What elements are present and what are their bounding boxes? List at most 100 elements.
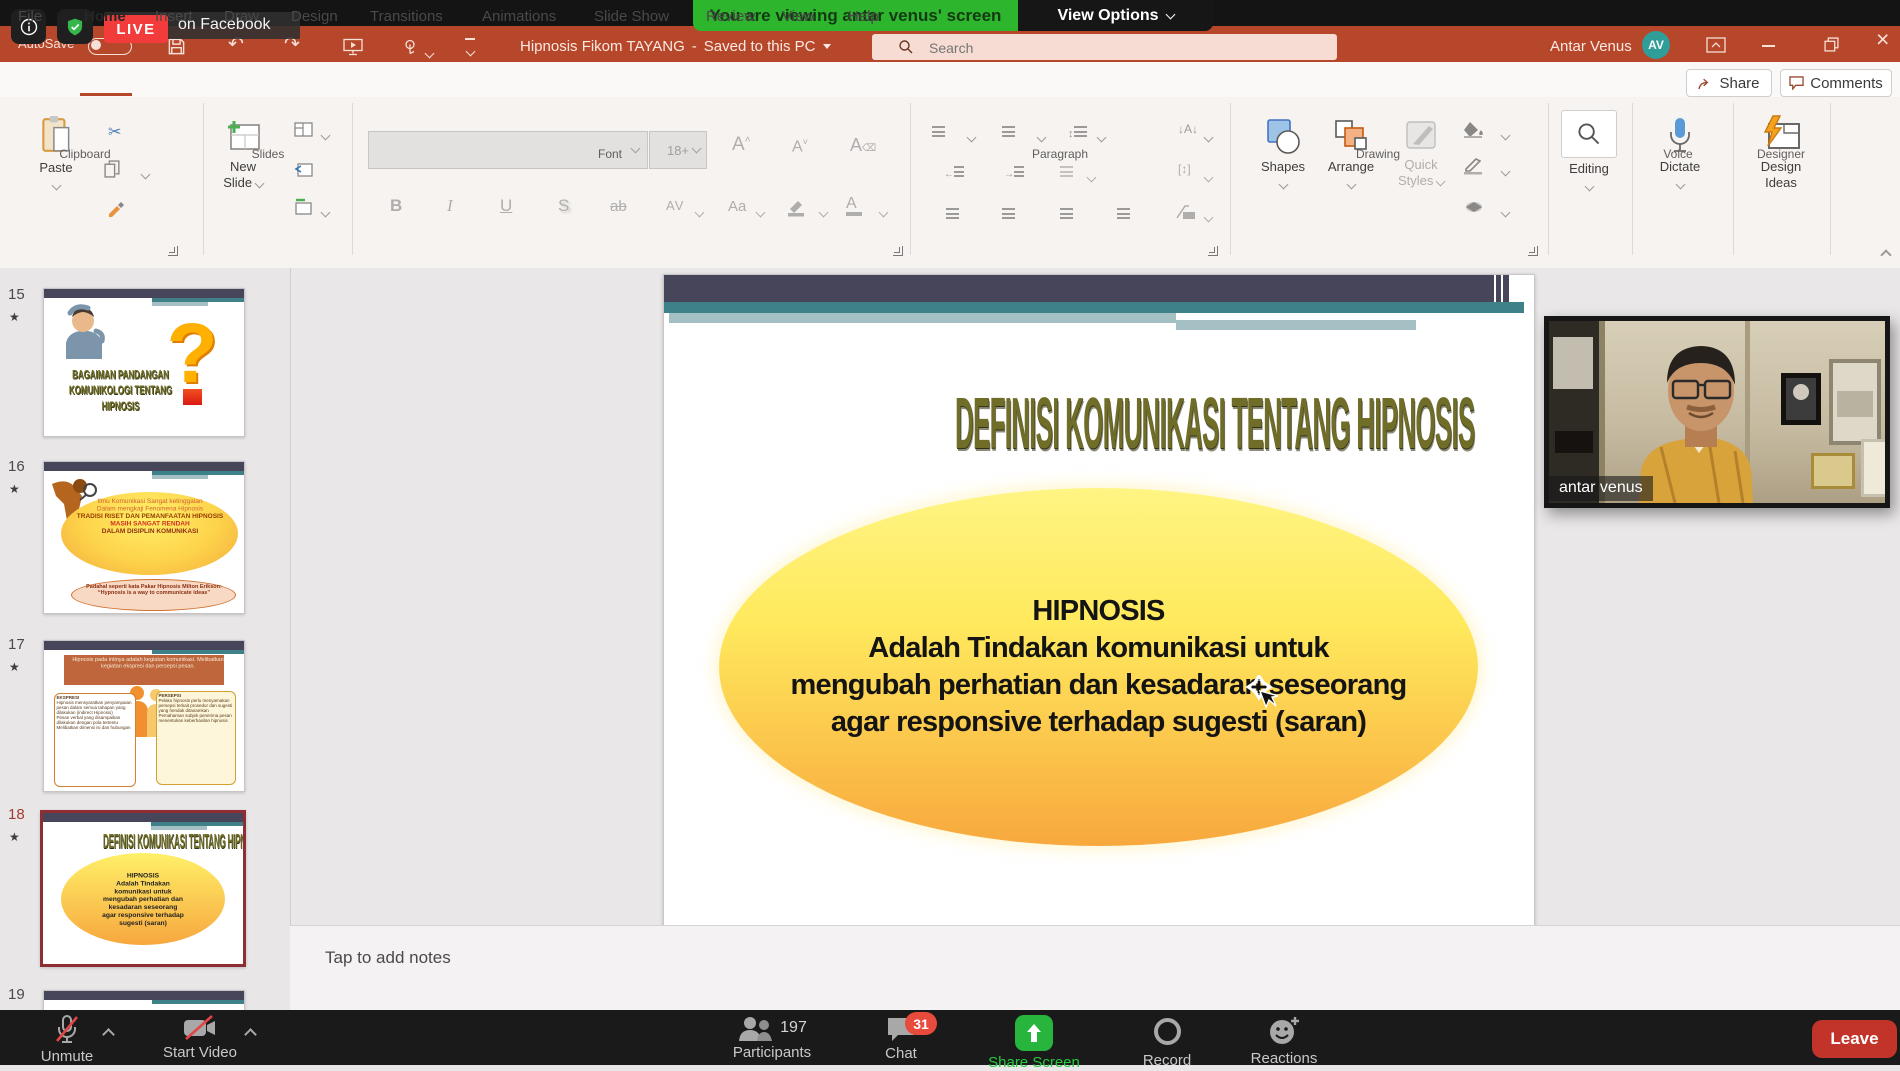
smartart-dropdown-icon[interactable] [1205,208,1212,226]
highlight-dropdown-icon[interactable] [820,203,827,221]
search-box[interactable] [872,34,1337,60]
search-input[interactable] [927,37,1311,59]
line-spacing-button[interactable]: ↕ [1068,124,1087,142]
change-case-button[interactable]: Aa [728,198,746,215]
audio-options-chevron[interactable] [104,1026,113,1044]
text-shadow-button[interactable]: S [558,196,569,216]
bold-button[interactable]: B [390,196,402,216]
editing-button[interactable]: Editing [1560,110,1618,195]
touch-mode-button[interactable] [402,37,420,61]
italic-button[interactable]: I [447,196,453,216]
shapes-button[interactable]: Shapes [1256,118,1310,193]
unmute-button[interactable]: Unmute [22,1015,112,1065]
paragraph-dialog-launcher[interactable] [1208,246,1218,256]
slide-thumbnail-15[interactable]: ? BAGAIMAN PANDANGAN KOMUNIKOLOGI TENTAN… [43,288,245,437]
clear-formatting-button[interactable]: A⌫ [850,135,876,156]
numbering-dropdown-icon[interactable] [1038,128,1045,146]
increase-indent-button[interactable]: → [1004,164,1024,182]
clipboard-dialog-launcher[interactable] [168,246,178,256]
reset-slide-button[interactable] [294,160,313,182]
comments-button[interactable]: Comments [1780,69,1892,97]
format-painter-button[interactable] [106,200,126,225]
slide-body-ellipse[interactable]: HIPNOSIS Adalah Tindakan komunikasi untu… [719,488,1478,846]
justify-button[interactable] [1117,206,1130,224]
copy-button[interactable] [104,160,121,183]
slide-thumbnail-19[interactable] [43,990,245,1012]
copy-dropdown-icon[interactable] [142,165,149,183]
close-button[interactable]: × [1876,28,1889,51]
tab-transitions[interactable]: Transitions [370,8,443,25]
minimize-button[interactable] [1762,45,1775,47]
shape-fill-button[interactable] [1462,120,1486,143]
section-button[interactable] [294,198,313,220]
slide-title-text[interactable]: DEFINISI KOMUNIKASI TENTANG HIPNOSIS [955,383,1243,465]
align-right-button[interactable] [1060,206,1073,224]
tab-animations[interactable]: Animations [482,8,556,25]
quick-styles-button[interactable]: Quick Styles [1392,118,1450,189]
font-color-button[interactable]: A [846,195,862,216]
share-button[interactable]: Share [1686,69,1772,97]
view-options-button[interactable]: View Options [1018,0,1213,31]
sort-dropdown-icon[interactable] [1205,128,1212,146]
cut-button[interactable]: ✂ [108,122,121,142]
tab-slide-show[interactable]: Slide Show [594,8,669,25]
layout-dropdown-icon[interactable] [322,126,329,144]
tab-review[interactable]: Review [706,8,755,25]
webcam-video-tile[interactable]: antar venus [1544,316,1890,508]
reactions-button[interactable]: Reactions [1232,1015,1336,1067]
underline-button[interactable]: U [500,196,512,216]
start-slideshow-button[interactable] [343,37,363,61]
sort-button[interactable]: ↓A↓ [1178,122,1198,136]
character-spacing-button[interactable]: AV [666,198,684,213]
shape-outline-button[interactable] [1462,157,1486,180]
tab-help[interactable]: Help [848,8,879,25]
align-left-button[interactable] [946,206,959,224]
numbering-button[interactable] [1002,124,1015,142]
slide-thumbnail-17[interactable]: Hipnosis pada intinya adalah kegiatan ko… [43,640,245,792]
tab-insert[interactable]: Insert [155,8,193,25]
section-dropdown-icon[interactable] [322,203,329,221]
tab-file[interactable]: File [18,8,42,25]
account-name[interactable]: Antar Venus [1550,38,1632,55]
video-options-chevron[interactable] [246,1026,255,1044]
bullets-dropdown-icon[interactable] [968,128,975,146]
document-title[interactable]: Hipnosis Fikom TAYANG - Saved to this PC [520,38,831,55]
avatar[interactable]: AV [1642,31,1670,59]
new-slide-dropdown-icon[interactable] [254,179,264,189]
grow-font-button[interactable]: A˄ [732,134,751,156]
slide-layout-button[interactable] [294,122,313,142]
tab-home[interactable]: Home [84,8,126,25]
shape-outline-dropdown-icon[interactable] [1502,162,1509,180]
shape-effects-button[interactable] [1462,198,1486,221]
drawing-dialog-launcher[interactable] [1528,246,1538,256]
record-button[interactable]: Record [1117,1015,1217,1069]
strikethrough-button[interactable]: ab [610,198,627,215]
shape-effects-dropdown-icon[interactable] [1502,203,1509,221]
ribbon-display-options-button[interactable] [1706,37,1726,59]
notes-placeholder[interactable]: Tap to add notes [325,948,451,968]
quick-styles-dropdown-icon[interactable] [1436,177,1446,187]
restore-button[interactable] [1824,37,1839,57]
paste-dropdown-icon[interactable] [51,181,61,191]
shapes-dropdown-icon[interactable] [1278,180,1288,190]
start-video-button[interactable]: Start Video [152,1015,248,1061]
font-size-combo[interactable]: 18+ [649,131,707,169]
slide-thumbnail-16[interactable]: Ilmu Komunikasi Sangat ketinggalan Dalam… [43,461,245,614]
collapse-ribbon-button[interactable] [1882,246,1890,264]
bullets-button[interactable] [932,124,945,142]
dictate-dropdown-icon[interactable] [1675,180,1685,190]
save-state-dropdown-icon[interactable] [823,44,831,49]
tab-design[interactable]: Design [291,8,338,25]
slide-thumbnail-18-selected[interactable]: DEFINISI KOMUNIKASI TENTANG HIPNOSIS HIP… [40,810,246,967]
save-button[interactable] [167,37,186,61]
notes-pane[interactable]: Tap to add notes [290,925,1900,1011]
shrink-font-button[interactable]: A˅ [792,137,808,156]
font-color-dropdown-icon[interactable] [880,203,887,221]
character-spacing-dropdown-icon[interactable] [696,203,703,221]
font-dialog-launcher[interactable] [893,246,903,256]
columns-dropdown-icon[interactable] [1088,168,1095,186]
highlight-button[interactable] [785,197,807,222]
share-screen-button[interactable]: Share Screen [974,1015,1094,1071]
columns-button[interactable] [1060,164,1073,182]
editing-dropdown-icon[interactable] [1584,182,1594,192]
